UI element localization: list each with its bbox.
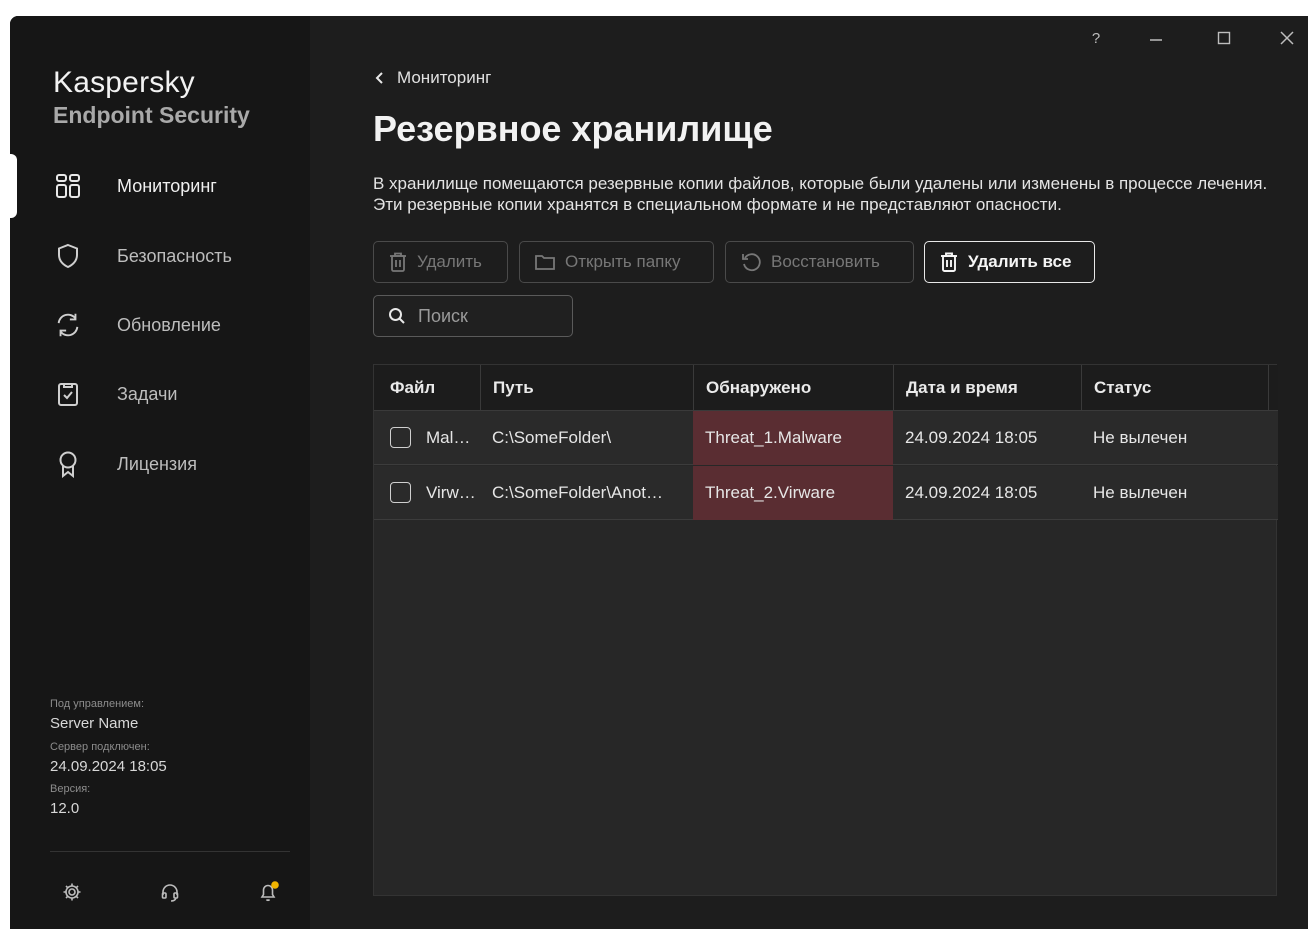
table-row[interactable]: Mal… C:\SomeFolder\ Threat_1.Malware 24.… <box>374 411 1278 465</box>
cell-path: C:\SomeFolder\Anot… <box>492 483 664 502</box>
search-input[interactable]: Поиск <box>373 295 573 337</box>
clipboard-check-icon <box>54 380 82 408</box>
managed-value: Server Name <box>50 715 139 732</box>
app-window: ? Kaspersky Endpoint Security Мониторинг <box>10 16 1308 929</box>
column-header-path[interactable]: Путь <box>480 365 693 411</box>
sidebar-item-tasks[interactable]: Задачи <box>10 366 310 422</box>
sidebar-item-label: Безопасность <box>117 245 232 266</box>
delete-button[interactable]: Удалить <box>373 241 508 283</box>
column-header-datetime[interactable]: Дата и время <box>893 365 1081 411</box>
sidebar-item-label: Обновление <box>117 314 221 335</box>
sidebar-item-monitoring[interactable]: Мониторинг <box>10 158 310 214</box>
open-folder-button[interactable]: Открыть папку <box>519 241 714 283</box>
close-icon <box>1280 31 1294 45</box>
folder-icon <box>535 255 555 270</box>
column-header-file[interactable]: Файл <box>374 365 480 411</box>
cell-datetime: 24.09.2024 18:05 <box>905 428 1038 447</box>
column-header-status[interactable]: Статус <box>1081 365 1269 411</box>
trash-icon <box>390 252 406 272</box>
managed-label: Под управлением: <box>50 698 145 710</box>
badge-icon <box>54 450 82 478</box>
restore-label: Восстановить <box>771 252 880 271</box>
shield-icon <box>54 242 82 270</box>
sidebar-item-license[interactable]: Лицензия <box>10 436 310 492</box>
trash-icon <box>941 252 957 272</box>
maximize-button[interactable] <box>1209 24 1239 52</box>
gear-icon <box>63 883 81 901</box>
settings-button[interactable] <box>60 880 84 904</box>
server-value: 24.09.2024 18:05 <box>50 758 167 775</box>
sidebar: Kaspersky Endpoint Security Мониторинг Б… <box>10 16 310 929</box>
back-link[interactable]: Мониторинг <box>375 68 491 88</box>
sidebar-item-label: Задачи <box>117 383 178 404</box>
row-checkbox[interactable] <box>390 427 411 448</box>
delete-all-label: Удалить все <box>968 252 1072 271</box>
table-row[interactable]: Virw… C:\SomeFolder\Anot… Threat_2.Virwa… <box>374 466 1278 520</box>
table-header: Файл Путь Обнаружено Дата и время Статус <box>374 365 1278 411</box>
open-folder-label: Открыть папку <box>565 252 681 271</box>
bell-icon <box>260 881 279 902</box>
page-description: В хранилище помещаются резервные копии ф… <box>373 174 1268 214</box>
sidebar-item-label: Лицензия <box>117 453 197 474</box>
maximize-icon <box>1217 31 1231 45</box>
minimize-button[interactable] <box>1141 24 1171 52</box>
help-button[interactable]: ? <box>1085 24 1107 52</box>
backup-table: Файл Путь Обнаружено Дата и время Статус… <box>373 364 1278 896</box>
product-name: Endpoint Security <box>53 102 250 128</box>
version-label: Версия: <box>50 783 91 795</box>
delete-all-button[interactable]: Удалить все <box>924 241 1095 283</box>
column-header-detected[interactable]: Обнаружено <box>693 365 893 411</box>
server-label: Сервер подключен: <box>50 741 150 753</box>
restore-icon <box>742 253 761 272</box>
sidebar-item-security[interactable]: Безопасность <box>10 228 310 284</box>
search-placeholder: Поиск <box>418 305 468 326</box>
cell-file: Mal… <box>426 428 471 447</box>
dashboard-grid-icon <box>54 172 82 200</box>
restore-button[interactable]: Восстановить <box>725 241 914 283</box>
cell-status: Не вылечен <box>1093 483 1188 502</box>
search-icon <box>389 308 405 324</box>
refresh-icon <box>54 311 82 339</box>
cell-detected: Threat_1.Malware <box>693 411 893 465</box>
page-title: Резервное хранилище <box>373 108 773 149</box>
divider <box>50 851 290 852</box>
minimize-icon <box>1150 39 1162 41</box>
sidebar-item-label: Мониторинг <box>117 175 217 196</box>
cell-status: Не вылечен <box>1093 428 1188 447</box>
support-button[interactable] <box>158 880 182 904</box>
notifications-button[interactable] <box>257 880 281 904</box>
delete-label: Удалить <box>417 252 482 271</box>
headset-icon <box>161 884 179 902</box>
brand-name: Kaspersky <box>53 66 195 99</box>
row-checkbox[interactable] <box>390 482 411 503</box>
sidebar-item-update[interactable]: Обновление <box>10 297 310 353</box>
cell-datetime: 24.09.2024 18:05 <box>905 483 1038 502</box>
cell-path: C:\SomeFolder\ <box>492 428 612 447</box>
cell-file: Virw… <box>426 483 476 502</box>
version-value: 12.0 <box>50 800 80 817</box>
back-label: Мониторинг <box>397 68 492 87</box>
close-button[interactable] <box>1272 24 1302 52</box>
chevron-left-icon <box>375 72 383 84</box>
cell-detected: Threat_2.Virware <box>693 466 893 520</box>
